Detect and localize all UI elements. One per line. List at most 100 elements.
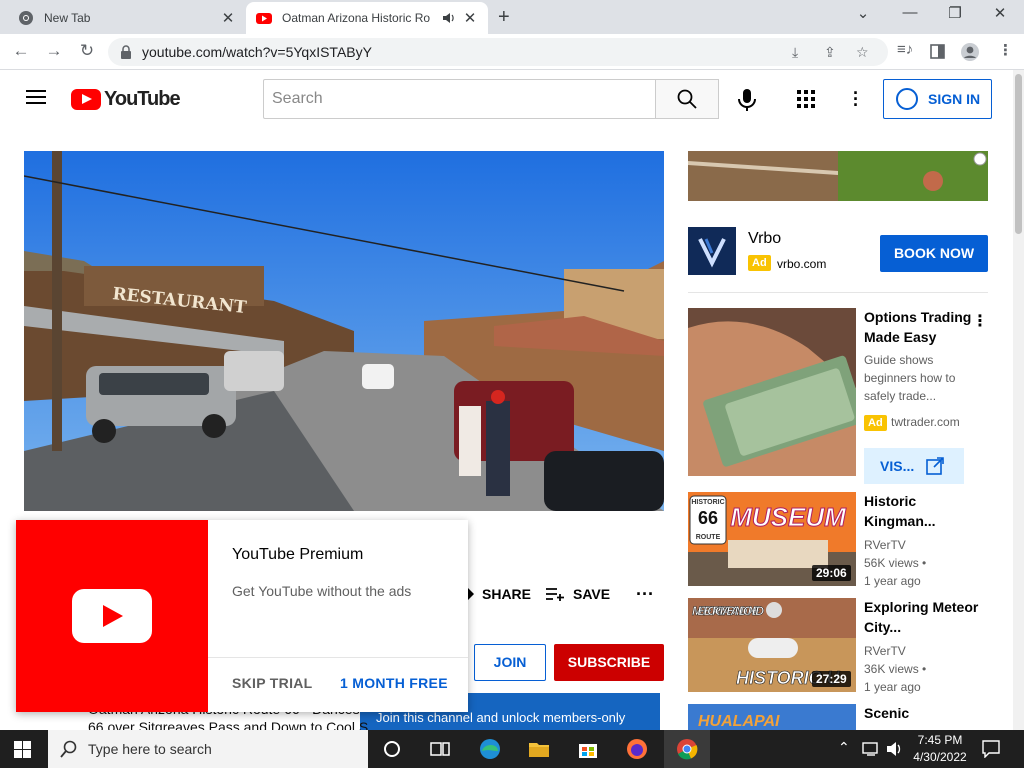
join-button[interactable]: JOIN xyxy=(474,644,546,681)
reload-icon[interactable]: ↻ xyxy=(76,41,98,61)
page-scrollbar[interactable] xyxy=(1013,70,1024,730)
speaker-icon[interactable] xyxy=(442,11,456,25)
tab-search-chevron-icon[interactable]: ⌄ xyxy=(851,4,875,22)
popup-title: YouTube Premium xyxy=(232,546,364,563)
vrbo-logo[interactable] xyxy=(688,227,736,275)
month-free-button[interactable]: 1 MONTH FREE xyxy=(340,675,448,691)
view-count: 56K views • xyxy=(864,556,927,570)
minimize-icon[interactable]: — xyxy=(898,4,922,21)
video-title[interactable]: Historic Kingman... xyxy=(864,491,980,531)
vrbo-v-icon xyxy=(698,238,726,268)
apps-grid-icon[interactable] xyxy=(797,90,815,108)
channel-name[interactable]: RVerTV xyxy=(864,536,906,554)
firefox-icon[interactable] xyxy=(625,737,649,761)
ad-title[interactable]: Options Trading Made Easy xyxy=(864,307,980,347)
channel-name[interactable]: RVerTV xyxy=(864,642,906,660)
video-title[interactable]: Scenic xyxy=(864,703,980,723)
youtube-logo[interactable]: YouTube xyxy=(71,88,181,111)
subscribe-button[interactable]: SUBSCRIBE xyxy=(554,644,664,681)
ad-url[interactable]: vrbo.com xyxy=(777,257,826,271)
view-count: 36K views • xyxy=(864,662,927,676)
clock-date: 4/30/2022 xyxy=(913,750,967,764)
volume-icon[interactable] xyxy=(886,741,904,757)
address-bar[interactable]: youtube.com/watch?v=5YqxISTAByY ⤓ ⇪ ☆ xyxy=(108,38,888,66)
taskbar-search-box[interactable]: Type here to search xyxy=(48,730,368,768)
taskbar-clock[interactable]: 7:45 PM 4/30/2022 xyxy=(912,732,968,766)
network-icon[interactable] xyxy=(862,741,880,757)
close-window-icon[interactable]: ✕ xyxy=(988,4,1012,22)
ad-advertiser-name[interactable]: Vrbo xyxy=(748,230,781,248)
close-tab-icon[interactable]: ✕ xyxy=(462,9,478,27)
route-badge-text: ROUTE xyxy=(696,534,721,541)
ad-badge: Ad xyxy=(864,415,887,431)
media-control-icon[interactable]: ≡♪ xyxy=(897,41,913,58)
youtube-premium-logo xyxy=(16,520,208,712)
restore-icon[interactable]: ❐ xyxy=(943,4,967,22)
windows-start-icon[interactable] xyxy=(14,741,31,758)
close-tab-icon[interactable]: ✕ xyxy=(220,9,236,27)
tab-youtube-video[interactable]: Oatman Arizona Historic Ro ✕ xyxy=(246,2,488,34)
show-hidden-icons-icon[interactable]: ⌃ xyxy=(838,739,850,756)
share-label: SHARE xyxy=(482,586,532,602)
forward-icon[interactable]: → xyxy=(43,41,65,61)
hamburger-menu-icon[interactable] xyxy=(26,90,46,104)
chrome-menu-icon[interactable]: ⋮ xyxy=(998,41,1013,59)
video-thumbnail[interactable]: HUALAPAI xyxy=(688,704,856,730)
book-now-button[interactable]: BOOK NOW xyxy=(880,235,988,272)
side-panel-icon[interactable] xyxy=(930,44,945,59)
video-title[interactable]: Exploring Meteor City... xyxy=(864,597,980,637)
search-icon xyxy=(60,740,77,758)
search-input[interactable]: Search xyxy=(263,79,656,119)
settings-kebab-icon[interactable]: · · · xyxy=(853,84,859,114)
ad-thumbnail[interactable] xyxy=(688,308,856,476)
more-actions-icon[interactable]: ··· xyxy=(636,584,654,605)
bookmark-star-icon[interactable]: ☆ xyxy=(856,44,869,61)
lock-icon[interactable] xyxy=(120,45,132,59)
skip-trial-button[interactable]: SKIP TRIAL xyxy=(232,675,313,691)
search-icon xyxy=(677,89,697,109)
url-text[interactable]: youtube.com/watch?v=5YqxISTAByY xyxy=(142,44,372,60)
ad-banner-picture xyxy=(688,151,988,201)
upload-age: 1 year ago xyxy=(864,680,921,694)
hualapai-thumbnail-picture: HUALAPAI xyxy=(688,704,856,730)
sign-in-label: SIGN IN xyxy=(928,91,981,107)
new-tab-button[interactable]: + xyxy=(498,6,510,29)
cortana-icon[interactable] xyxy=(380,737,404,761)
share-button[interactable]: SHARE xyxy=(458,586,531,602)
popup-divider xyxy=(208,657,468,658)
ad-badge: Ad xyxy=(748,255,771,271)
ad-more-icon[interactable]: ⋮ xyxy=(972,311,988,331)
route-badge-number: 66 xyxy=(698,508,718,528)
thumbnail-title-text: HUALAPAI xyxy=(698,713,780,730)
install-icon[interactable]: ⤓ xyxy=(792,44,798,61)
tab-title: Oatman Arizona Historic Ro xyxy=(282,11,431,25)
sign-in-button[interactable]: SIGN IN xyxy=(883,79,992,119)
search-button[interactable] xyxy=(655,79,719,119)
share-page-icon[interactable]: ⇪ xyxy=(824,44,836,61)
profile-icon[interactable] xyxy=(960,42,980,62)
task-view-icon[interactable] xyxy=(428,737,452,761)
file-explorer-icon[interactable] xyxy=(527,737,551,761)
save-button[interactable]: SAVE xyxy=(545,586,610,602)
playlist-add-icon xyxy=(546,588,564,601)
scrollbar-thumb[interactable] xyxy=(1015,74,1022,234)
tab-title: New Tab xyxy=(44,11,91,25)
account-icon xyxy=(896,88,918,110)
back-icon[interactable]: ← xyxy=(10,41,32,61)
notification-icon[interactable] xyxy=(982,740,1000,758)
youtube-play-logo-icon xyxy=(72,589,152,643)
tab-new-tab[interactable]: New Tab ✕ xyxy=(8,2,246,34)
ad-url[interactable]: twtrader.com xyxy=(891,413,960,431)
microsoft-store-icon[interactable] xyxy=(576,737,600,761)
video-duration: 27:29 xyxy=(812,671,851,687)
sidebar-divider xyxy=(688,292,988,293)
youtube-header: YouTube Search · · · SIGN IN xyxy=(0,70,1024,128)
microphone-icon[interactable] xyxy=(733,86,761,114)
chrome-taskbar-button[interactable] xyxy=(664,730,710,768)
video-player[interactable]: RESTAURANT xyxy=(24,151,664,511)
visit-site-button[interactable]: VIS... xyxy=(864,448,964,484)
ad-banner-image[interactable] xyxy=(688,151,988,201)
clock-time: 7:45 PM xyxy=(917,733,963,747)
edge-icon[interactable] xyxy=(478,737,502,761)
upload-age: 1 year ago xyxy=(864,574,921,588)
